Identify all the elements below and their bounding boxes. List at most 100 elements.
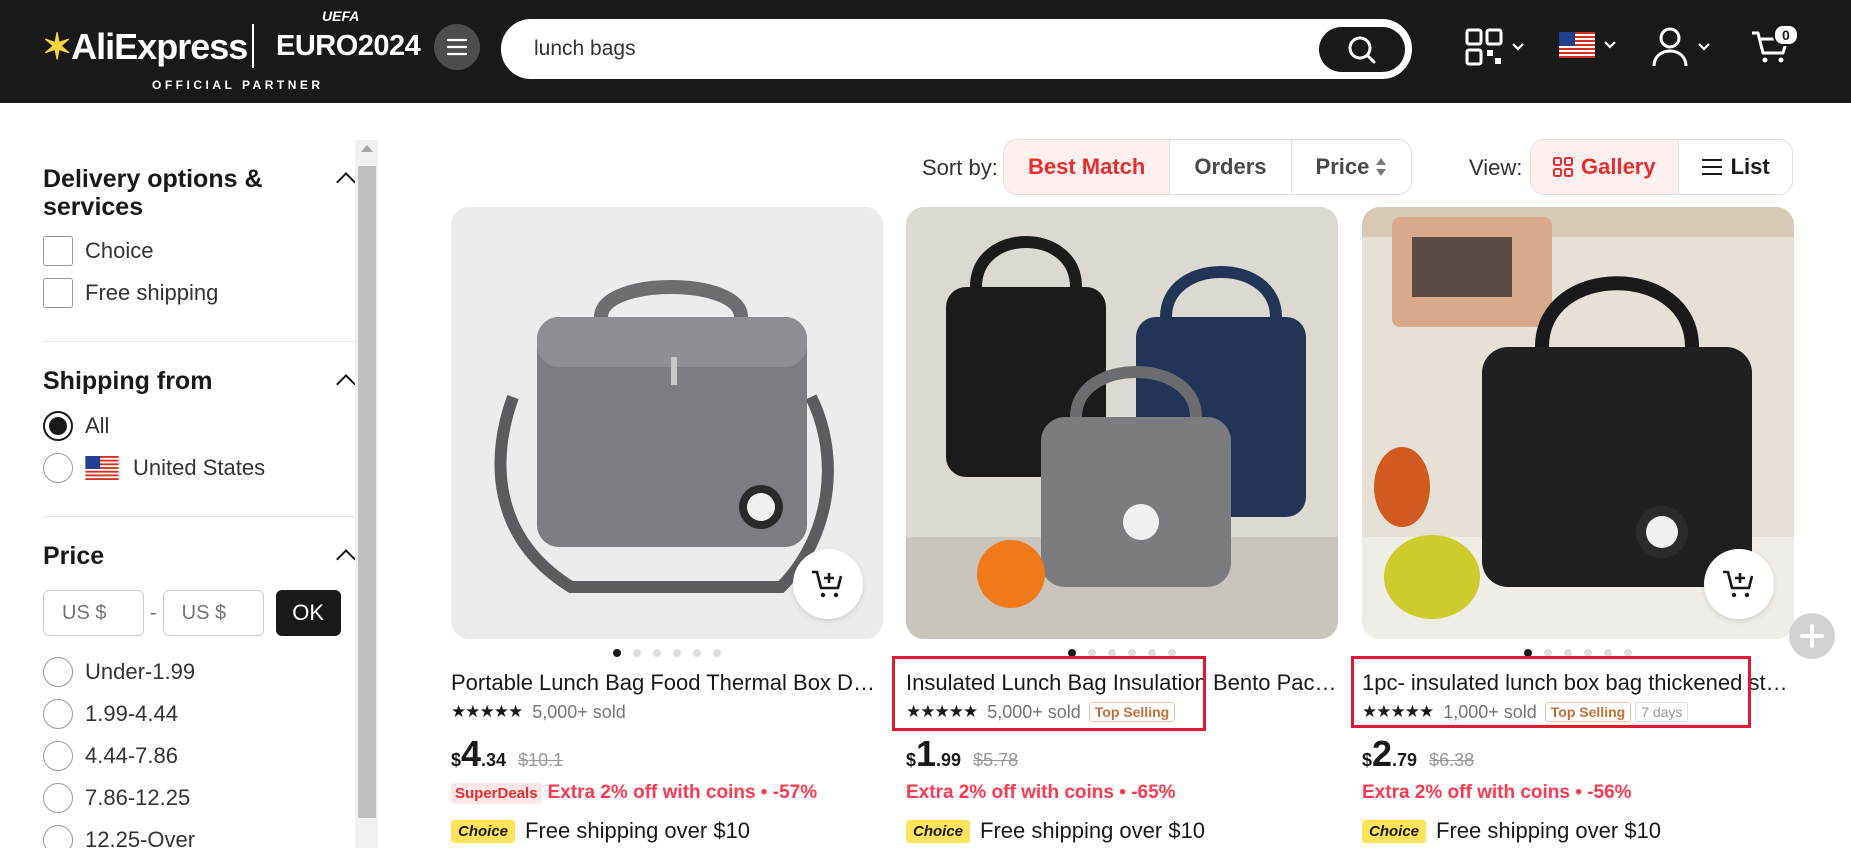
product-card[interactable]: Insulated Lunch Bag Insulation Bento Pac… — [906, 207, 1338, 846]
divider — [43, 516, 355, 517]
price-section: Price — [43, 542, 355, 570]
chevron-down-icon — [1604, 41, 1616, 49]
add-cart-icon — [1723, 570, 1754, 598]
product-image[interactable] — [451, 207, 883, 639]
radio-label: 1.99-4.44 — [85, 701, 178, 726]
radio-button[interactable] — [43, 825, 73, 848]
sort-price[interactable]: Price — [1292, 140, 1412, 194]
sort-orders[interactable]: Orders — [1170, 140, 1292, 194]
choice-badge: Choice — [1362, 819, 1427, 843]
divider — [43, 341, 355, 342]
choice-badge: Choice — [906, 819, 971, 843]
view-options: Gallery List — [1530, 139, 1793, 195]
product-title[interactable]: Portable Lunch Bag Food Thermal Box Dura… — [451, 670, 883, 696]
carousel-dot[interactable] — [673, 649, 681, 657]
checkbox[interactable] — [43, 236, 73, 266]
search-button[interactable] — [1319, 27, 1405, 72]
promo-text: Extra 2% off with coins • -65% — [906, 782, 1176, 803]
sort-by-label: Sort by: — [922, 155, 998, 180]
price-range-option[interactable]: 12.25-Over — [43, 819, 355, 848]
shipping-line: Choice Free shipping over $10 — [451, 816, 883, 846]
uefa-text: UEFA — [322, 8, 360, 24]
search-icon — [1348, 36, 1376, 63]
range-separator: - — [150, 601, 157, 624]
radio-label: 12.25-Over — [85, 827, 196, 848]
carousel-dot[interactable] — [653, 649, 661, 657]
currency-symbol: $ — [451, 750, 462, 770]
radio-button[interactable] — [43, 453, 73, 483]
account-menu[interactable] — [1651, 26, 1711, 68]
radio-button[interactable] — [43, 657, 73, 687]
price: $ 4 .34 $10.1 — [451, 736, 883, 772]
price: $ 1 .99 $5.78 — [906, 736, 1338, 772]
filter-choice[interactable]: Choice — [43, 230, 355, 272]
sort-options: Best Match Orders Price — [1003, 139, 1413, 195]
price-integer: 2 — [1372, 733, 1393, 774]
delivery-options-section: Delivery options & services — [43, 165, 355, 221]
price-range-option[interactable]: 4.44-7.86 — [43, 735, 355, 777]
add-cart-icon — [812, 570, 843, 598]
grid-icon — [1553, 157, 1573, 177]
view-gallery[interactable]: Gallery — [1531, 140, 1679, 194]
price-range-option[interactable]: 7.86-12.25 — [43, 777, 355, 819]
price-range-option[interactable]: 1.99-4.44 — [43, 693, 355, 735]
sort-label: Price — [1315, 154, 1370, 179]
highlight-box — [1351, 656, 1751, 728]
price: $ 2 .79 $6.38 — [1362, 736, 1794, 772]
price-range-option[interactable]: Under-1.99 — [43, 651, 355, 693]
filter-free-shipping[interactable]: Free shipping — [43, 272, 355, 314]
price-cents: .99 — [936, 750, 962, 770]
rating-row: ★★★★★ 5,000+ sold — [451, 700, 883, 724]
view-list[interactable]: List — [1679, 140, 1792, 194]
price-ok-button[interactable]: OK — [275, 590, 341, 636]
shipping-text: Free shipping over $10 — [980, 818, 1206, 843]
carousel-dot[interactable] — [613, 649, 621, 657]
price-integer: 4 — [461, 733, 482, 774]
scroll-up-arrow-icon[interactable] — [361, 145, 373, 152]
carousel-dot[interactable] — [633, 649, 641, 657]
aliexpress-logo[interactable]: ✶AliExpress — [42, 26, 248, 68]
max-price-input[interactable] — [162, 590, 264, 636]
logo-text: AliExpress — [71, 26, 248, 67]
us-flag-icon — [1559, 32, 1595, 58]
sort-best-match[interactable]: Best Match — [1004, 140, 1171, 194]
sort-label: Best Match — [1028, 154, 1146, 179]
radio-label: 7.86-12.25 — [85, 785, 191, 810]
sidebar-scroll-thumb[interactable] — [358, 166, 376, 818]
original-price: $10.1 — [518, 750, 564, 770]
product-card[interactable]: Portable Lunch Bag Food Thermal Box Dura… — [451, 207, 883, 846]
radio-united-states[interactable]: United States — [43, 447, 355, 489]
min-price-input[interactable] — [43, 590, 144, 636]
floating-add-button[interactable] — [1789, 613, 1835, 659]
radio-all[interactable]: All — [43, 405, 355, 447]
add-to-cart-button[interactable] — [1704, 549, 1774, 619]
qr-code-menu[interactable] — [1465, 28, 1525, 66]
user-icon — [1652, 27, 1688, 67]
choice-badge: Choice — [451, 819, 516, 843]
view-option-label: Gallery — [1581, 154, 1656, 179]
rating-stars-icon: ★★★★★ — [451, 702, 523, 721]
carousel-dot[interactable] — [693, 649, 701, 657]
product-card[interactable]: 1pc- insulated lunch box bag thickened s… — [1362, 207, 1794, 846]
shipping-line: Choice Free shipping over $10 — [906, 816, 1338, 846]
price-range-inputs: - OK — [43, 590, 355, 636]
radio-button[interactable] — [43, 783, 73, 813]
product-image[interactable] — [906, 207, 1338, 639]
carousel-dot[interactable] — [713, 649, 721, 657]
image-carousel-dots — [451, 648, 883, 658]
language-country-selector[interactable] — [1559, 32, 1617, 58]
categories-menu-button[interactable] — [434, 24, 480, 70]
radio-button[interactable] — [43, 741, 73, 771]
plus-icon — [1800, 624, 1824, 648]
radio-button[interactable] — [43, 411, 73, 441]
qr-code-icon — [1465, 28, 1503, 66]
search-input[interactable] — [534, 32, 1314, 66]
us-flag-icon — [85, 456, 119, 480]
shipping-from-section: Shipping from — [43, 367, 355, 395]
top-header: ✶AliExpress UEFA EURO2024 OFFICIAL PARTN… — [0, 0, 1851, 103]
collapse-chevron-icon[interactable] — [336, 172, 355, 192]
product-image[interactable] — [1362, 207, 1794, 639]
radio-button[interactable] — [43, 699, 73, 729]
checkbox[interactable] — [43, 278, 73, 308]
add-to-cart-button[interactable] — [793, 549, 863, 619]
